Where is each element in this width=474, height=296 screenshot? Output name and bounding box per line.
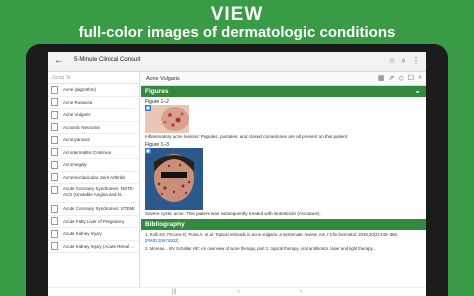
bookmark-icon[interactable]: ☐ — [408, 74, 414, 82]
list-item[interactable]: Acne (algorithm) — [48, 84, 139, 97]
jump-to-input[interactable]: Jump To — [48, 72, 139, 84]
figure-image-wrapper — [141, 105, 426, 133]
document-icon — [51, 217, 58, 226]
document-icon — [51, 85, 58, 94]
tablet-frame: ← 5-Minute Clinical Consult ☆ ⌕ ⋮ Jump T… — [26, 44, 448, 296]
document-icon — [51, 160, 58, 169]
topic-title: Acne Vulgaris — [146, 76, 180, 82]
document-icon — [51, 123, 58, 132]
figure-label: Figure 1–3 — [145, 142, 169, 148]
arrow-back-icon[interactable]: ← — [54, 55, 64, 66]
reference-item: 1. Kolli SS, Pecone D, Pona A, et al. To… — [141, 230, 426, 244]
figures-section-header[interactable]: Figures ⌄ — [141, 86, 426, 97]
reference-item: 2. Moreau... BV Schaller HE: An overview… — [145, 246, 376, 251]
topic-actions: ▦ ⇗ ◇ ☐ ⌕ — [378, 74, 422, 82]
list-item[interactable]: Acute Fatty Liver of Pregnancy — [48, 216, 139, 228]
list-item[interactable]: Acromegaly — [48, 159, 139, 172]
app-title: 5-Minute Clinical Consult — [74, 57, 141, 63]
search-icon[interactable]: ⌕ — [402, 56, 406, 66]
list-item[interactable]: Acute Kidney Injury (Acute Renal ... — [48, 241, 139, 253]
recents-icon[interactable]: ||| — [172, 289, 177, 295]
list-item[interactable]: Acute Kidney Injury — [48, 228, 139, 241]
document-icon — [51, 148, 58, 157]
document-icon — [51, 98, 58, 107]
bibliography-section-header[interactable]: Bibliography — [141, 219, 426, 230]
system-nav-bar: ||| ○ ‹ — [48, 287, 426, 296]
document-icon — [51, 204, 58, 213]
figure-1-2-image[interactable] — [145, 105, 189, 133]
figure-1-3-image[interactable] — [145, 148, 203, 210]
tag-icon[interactable]: ◇ — [398, 74, 403, 82]
topic-list: Jump To Acne (algorithm) Acne Rosacea Ac… — [48, 72, 140, 296]
figure-label: Figure 1–2 — [145, 99, 169, 105]
figure-caption: Severe cystic acne. This patient was sub… — [145, 211, 321, 216]
home-icon[interactable]: ○ — [237, 289, 241, 295]
more-vert-icon[interactable]: ⋮ — [412, 56, 420, 66]
bibliography-header-label: Bibliography — [145, 221, 185, 228]
promo-headline: VIEW — [210, 4, 264, 25]
document-icon — [51, 229, 58, 238]
list-item[interactable]: Acoustic Neuroma — [48, 122, 139, 134]
bookmark-icon[interactable]: ☆ — [388, 56, 395, 66]
list-item[interactable]: Acne Vulgaris — [48, 109, 139, 122]
list-item[interactable]: Acrocyanosis — [48, 134, 139, 147]
list-item[interactable]: Acute Coronary Syndromes: NSTE-ACS (Unst… — [48, 184, 139, 203]
document-icon — [51, 173, 58, 182]
document-icon — [51, 242, 58, 251]
chevron-down-icon[interactable]: ⌄ — [414, 86, 421, 95]
topic-header: Acne Vulgaris ▦ ⇗ ◇ ☐ ⌕ — [141, 72, 426, 86]
document-icon — [51, 135, 58, 144]
pmid-link[interactable]: [PMID:30674002] — [145, 238, 178, 243]
app-screen: ← 5-Minute Clinical Consult ☆ ⌕ ⋮ Jump T… — [48, 52, 426, 296]
reference-text: 1. Kolli SS, Pecone D, Pona A, et al. To… — [145, 232, 399, 237]
figures-header-label: Figures — [145, 88, 169, 95]
figure-caption: Inflammatory acne lesions: Papules, pust… — [145, 134, 349, 139]
app-toolbar: ← 5-Minute Clinical Consult ☆ ⌕ ⋮ — [48, 52, 426, 72]
toolbar-icons: ☆ ⌕ ⋮ — [388, 56, 420, 66]
figure-image-wrapper — [141, 148, 426, 210]
list-item[interactable]: Acromioclavicular Joint Arthritis — [48, 172, 139, 184]
promo-subheadline: full-color images of dermatologic condit… — [78, 24, 396, 41]
document-icon — [51, 110, 58, 119]
share-icon[interactable]: ⇗ — [389, 74, 395, 82]
list-item[interactable]: Acne Rosacea — [48, 97, 139, 109]
search-icon[interactable]: ⌕ — [418, 74, 422, 82]
list-item[interactable]: Acute Coronary Syndromes: STEMI — [48, 203, 139, 216]
back-icon[interactable]: ‹ — [300, 289, 302, 295]
list-item[interactable]: Acrodermatitis Continua — [48, 147, 139, 159]
document-icon — [51, 186, 58, 194]
topic-detail: Acne Vulgaris ▦ ⇗ ◇ ☐ ⌕ Figures ⌄ Figure… — [141, 72, 426, 296]
calculator-icon[interactable]: ▦ — [378, 74, 385, 82]
